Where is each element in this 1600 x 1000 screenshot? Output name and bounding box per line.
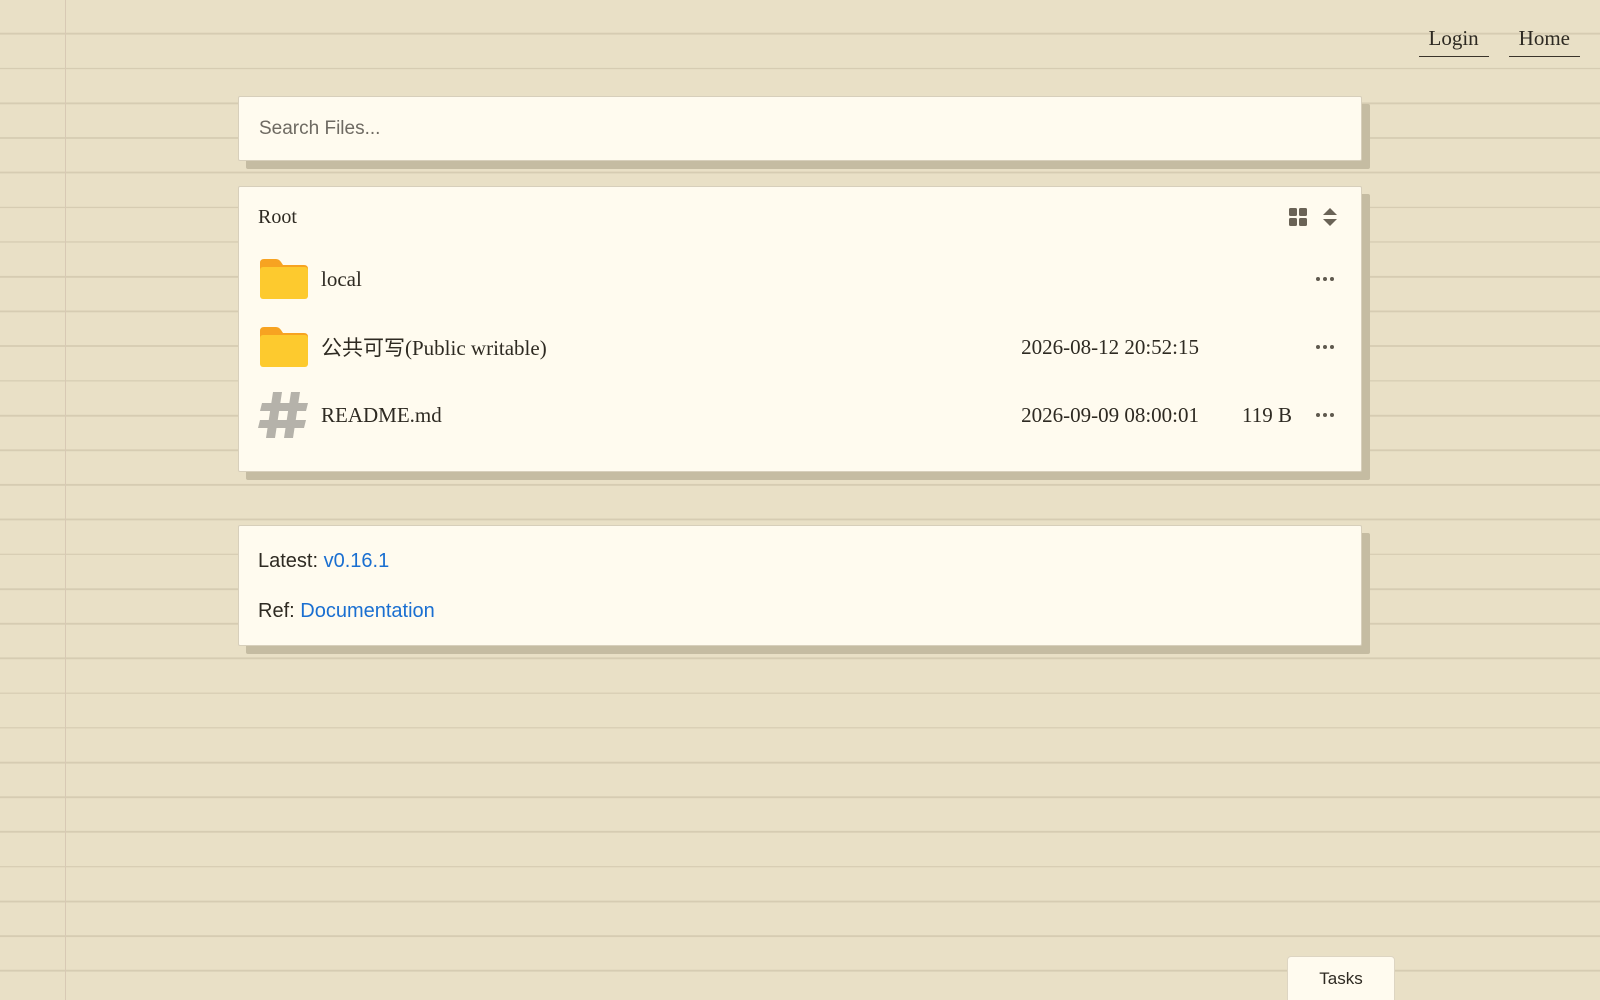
file-browser-card: Root local 公共可写(Public writable) 2026-08… — [238, 186, 1362, 472]
tasks-button[interactable]: Tasks — [1287, 956, 1395, 1000]
file-browser-header: Root — [258, 201, 1341, 233]
reference-line: Ref: Documentation — [258, 600, 435, 623]
folder-icon — [258, 253, 310, 305]
file-row-public-writable[interactable]: 公共可写(Public writable) 2026-08-12 20:52:1… — [258, 313, 1341, 381]
sort-icon[interactable] — [1319, 206, 1341, 228]
file-date: 2026-08-12 20:52:15 — [1021, 334, 1199, 359]
more-options-icon[interactable] — [1313, 267, 1337, 291]
search-card — [238, 96, 1362, 161]
more-options-icon[interactable] — [1313, 335, 1337, 359]
header-actions — [1287, 206, 1341, 228]
grid-view-icon[interactable] — [1287, 206, 1309, 228]
ref-label: Ref: — [258, 600, 295, 622]
more-options-icon[interactable] — [1313, 403, 1337, 427]
latest-version-line: Latest: v0.16.1 — [258, 550, 389, 573]
latest-label: Latest: — [258, 550, 319, 572]
breadcrumb[interactable]: Root — [258, 206, 297, 229]
file-row-readme[interactable]: README.md 2026-09-09 08:00:01 119 B — [258, 381, 1341, 449]
top-nav: Login Home — [1418, 22, 1580, 57]
file-name: local — [321, 266, 362, 291]
hash-icon — [258, 389, 310, 441]
notebook-margin-line — [65, 0, 66, 1000]
home-link[interactable]: Home — [1508, 22, 1580, 57]
file-size: 119 B — [1242, 402, 1292, 427]
file-list: local 公共可写(Public writable) 2026-08-12 2… — [258, 245, 1341, 449]
login-link[interactable]: Login — [1418, 22, 1489, 57]
file-date: 2026-09-09 08:00:01 — [1021, 402, 1199, 427]
documentation-link[interactable]: Documentation — [300, 600, 435, 622]
latest-version-link[interactable]: v0.16.1 — [324, 550, 390, 572]
search-input[interactable] — [239, 97, 1361, 160]
file-row-local[interactable]: local — [258, 245, 1341, 313]
info-card: Latest: v0.16.1 Ref: Documentation — [238, 525, 1362, 646]
folder-icon — [258, 321, 310, 373]
